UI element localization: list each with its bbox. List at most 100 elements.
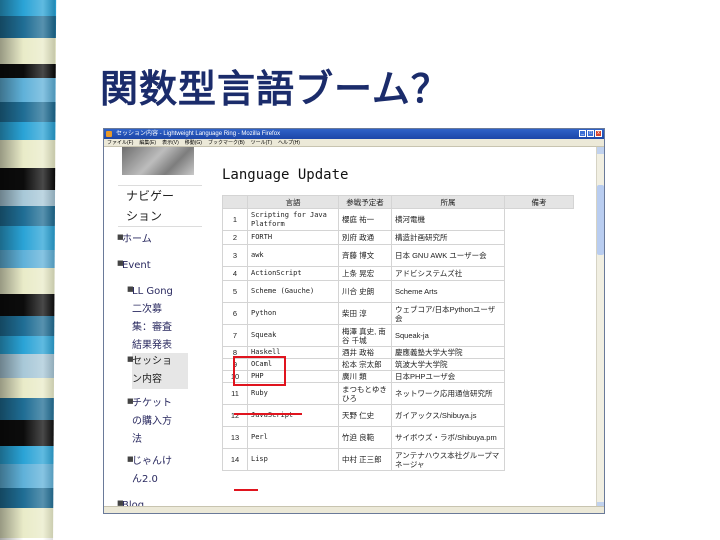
row-number: 13 <box>222 426 248 449</box>
menu-view[interactable]: 表示(V) <box>162 139 179 146</box>
affiliation-cell: Squeak-ja <box>391 324 505 347</box>
vertical-scrollbar[interactable] <box>596 147 604 509</box>
highlight-underline-lisp <box>234 489 258 491</box>
affiliation-cell: 横河電機 <box>391 208 505 231</box>
page-content: ナビゲー ション ■ ホーム ■ Event ■ LL Gong 二次募 集：審… <box>104 147 598 513</box>
language-cell: Scheme (Gauche) <box>247 280 339 303</box>
row-number: 2 <box>222 230 248 245</box>
sidebar-item-label: チケット <box>132 398 172 409</box>
participant-cell: 酒井 政裕 <box>338 346 392 359</box>
browser-screenshot: セッション内容 - Lightweight Language Ring - Mo… <box>103 128 605 514</box>
highlight-underline-scheme <box>234 413 302 415</box>
affiliation-cell: 筑波大学大学院 <box>391 358 505 371</box>
language-cell: JavaScript <box>247 404 339 427</box>
table-row: 12JavaScript天野 仁史ガイアックス/Shibuya.js初参戦 <box>222 404 574 427</box>
language-cell: awk <box>247 244 339 267</box>
sidebar-item-label: ん2.0 <box>132 474 158 485</box>
affiliation-cell: Scheme Arts <box>391 280 505 303</box>
firefox-icon <box>106 131 112 137</box>
sidebar-item-sessions[interactable]: ■ セッショ ン内容 <box>127 353 188 389</box>
column-header <box>222 195 248 209</box>
affiliation-cell: 日本 GNU AWK ユーザー会 <box>391 244 505 267</box>
column-header: 備考 <box>504 195 574 209</box>
sidebar-item-label: 集：審査 <box>132 322 172 333</box>
language-cell: Python <box>247 302 339 325</box>
window-titlebar: セッション内容 - Lightweight Language Ring - Mo… <box>104 129 604 139</box>
menu-tools[interactable]: ツール(T) <box>251 139 272 146</box>
affiliation-cell: ネットワーク応用通信研究所 <box>391 382 505 405</box>
sidebar-item-label: 法 <box>132 434 142 445</box>
table-row: 1Scripting for Java Platform櫻庭 祐一横河電機初参戦 <box>222 208 574 231</box>
column-header: 参戦予定者 <box>338 195 392 209</box>
table-row: 7 Squeak 梅澤 真史, 南谷 千城 Squeak-ja <box>222 324 574 347</box>
row-number: 14 <box>222 448 248 471</box>
participant-cell: 廣川 類 <box>338 370 392 383</box>
affiliation-cell: ガイアックス/Shibuya.js <box>391 404 505 427</box>
sidebar-item-janken[interactable]: ■ じゃんけ ん2.0 <box>127 453 172 489</box>
scroll-thumb[interactable] <box>597 185 604 255</box>
sidebar-heading-line: ション <box>126 209 163 223</box>
participant-cell: 斉藤 博文 <box>338 244 392 267</box>
sidebar-item-label: セッショ <box>132 356 172 367</box>
sidebar-item-label: 二次募 <box>132 304 162 315</box>
affiliation-cell: アンテナハウス本社グループマネージャ <box>391 448 505 471</box>
minimize-button[interactable]: _ <box>579 130 586 137</box>
sidebar-item-label: じゃんけ <box>132 456 172 467</box>
row-number: 12 <box>222 404 248 427</box>
window-title: セッション内容 - Lightweight Language Ring - Mo… <box>116 131 281 137</box>
participant-cell: 松本 宗太郎 <box>338 358 392 371</box>
participant-cell: 竹迫 良範 <box>338 426 392 449</box>
row-number: 5 <box>222 280 248 303</box>
sidebar-heading: ナビゲー ション <box>118 185 202 227</box>
slide-title: 関数型言語ブーム？ <box>100 67 450 111</box>
participant-cell: 川合 史朗 <box>338 280 392 303</box>
affiliation-cell: アドビシステムズ社 <box>391 266 505 281</box>
sidebar-item-label: LL Gong <box>132 286 173 297</box>
sidebar-item-tickets[interactable]: ■ チケット の購入方 法 <box>127 395 172 449</box>
language-cell: Scripting for Java Platform <box>247 208 339 231</box>
row-number: 3 <box>222 244 248 267</box>
table-header-row: 言語 参戦予定者 所属 備考 <box>222 195 574 209</box>
participant-cell: 梅澤 真史, 南谷 千城 <box>338 324 392 347</box>
sidebar-heading-line: ナビゲー <box>126 189 175 203</box>
table-row: 3 awk 斉藤 博文 日本 GNU AWK ユーザー会 <box>222 244 574 267</box>
affiliation-cell: 慶應義塾大学大学院 <box>391 346 505 359</box>
highlight-box-haskell-ocaml <box>233 356 286 386</box>
affiliation-cell: サイボウズ・ラボ/Shibuya.pm <box>391 426 505 449</box>
participant-cell: 中村 正三郎 <box>338 448 392 471</box>
menu-file[interactable]: ファイル(F) <box>107 139 133 146</box>
sidebar-item-home[interactable]: ■ ホーム <box>117 231 152 249</box>
table-row: 6 Python 柴田 淳ウェブコア/日本Pythonユーザ会 <box>222 302 574 325</box>
page-heading: Language Update <box>222 167 349 183</box>
sidebar-item-ll-gong[interactable]: ■ LL Gong 二次募 集：審査 結果発表 <box>127 283 173 355</box>
maximize-button[interactable]: □ <box>587 130 594 137</box>
participant-cell: 上条 晃宏 <box>338 266 392 281</box>
scroll-up-arrow-icon[interactable] <box>597 147 604 154</box>
bullet-icon: ■ <box>127 285 134 293</box>
menu-bookmarks[interactable]: ブックマーク(B) <box>208 139 245 146</box>
affiliation-cell: 構造計画研究所 <box>391 230 505 245</box>
participant-cell: 櫻庭 祐一 <box>338 208 392 231</box>
bullet-icon: ■ <box>127 355 134 363</box>
status-bar <box>104 506 604 513</box>
language-cell: ActionScript <box>247 266 339 281</box>
sidebar-item-event[interactable]: ■ Event <box>117 257 151 275</box>
table-row: 14 Lisp 中村 正三郎 アンテナハウス本社グループマネージャ <box>222 448 574 471</box>
menu-help[interactable]: ヘルプ(H) <box>278 139 300 146</box>
participant-cell: まつもとゆきひろ <box>338 382 392 405</box>
decorative-stripe <box>0 0 57 540</box>
table-row: 5Scheme (Gauche)川合 史朗Scheme Artsハワイから生中継… <box>222 280 574 303</box>
sidebar-nav: ナビゲー ション ■ ホーム ■ Event ■ LL Gong 二次募 集：審… <box>117 185 202 513</box>
column-header: 所属 <box>391 195 505 209</box>
sidebar-item-label: Event <box>122 260 151 271</box>
row-number: 6 <box>222 302 248 325</box>
participant-cell: 柴田 淳 <box>338 302 392 325</box>
language-table: 言語 参戦予定者 所属 備考 1 Scripting for Java Platf… <box>222 195 574 471</box>
table-row: 4ActionScript上条 晃宏アドビシステムズ社初参戦 <box>222 266 574 281</box>
close-button[interactable]: x <box>595 130 602 137</box>
menu-go[interactable]: 移動(G) <box>185 139 202 146</box>
participant-cell: 天野 仁史 <box>338 404 392 427</box>
row-number: 1 <box>222 208 248 231</box>
menu-edit[interactable]: 編集(E) <box>139 139 156 146</box>
row-number: 7 <box>222 324 248 347</box>
